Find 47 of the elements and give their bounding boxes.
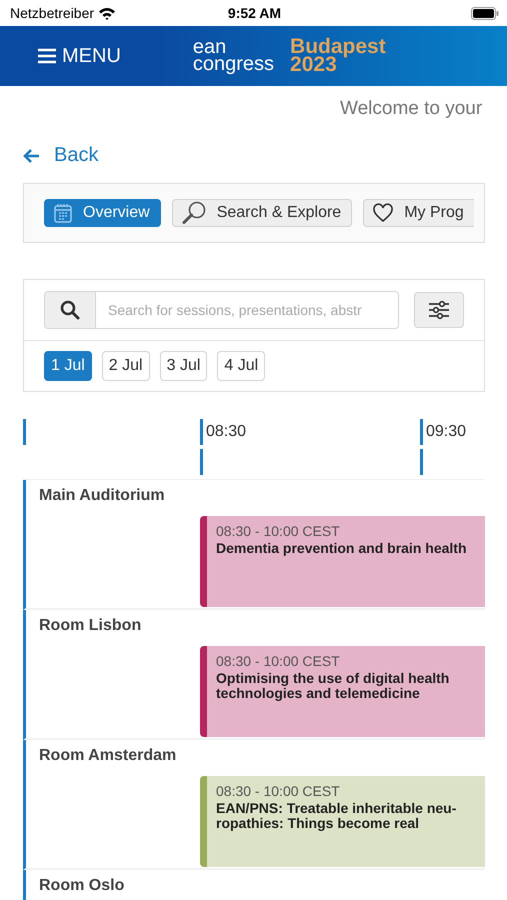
sliders-icon (428, 300, 450, 320)
logo-city: Budapest (290, 38, 386, 56)
time-tick (23, 419, 26, 445)
heart-icon (372, 203, 394, 223)
session-title: Dementia prevention and brain health (216, 541, 468, 556)
battery-icon (470, 6, 499, 20)
search-icon (60, 300, 80, 320)
session-title: Optimising the use of digital health technologies and telemedicine (216, 671, 450, 701)
menu-icon (38, 48, 56, 64)
magnifier-icon (180, 200, 207, 226)
room-name: Room Oslo (39, 877, 124, 894)
session-title: EAN/PNS: Treatable inheritable neu-ropathies: Things become real (216, 801, 458, 831)
back-button[interactable]: Back (22, 144, 98, 167)
search-field[interactable]: Search for sessions, presentations, abstr (44, 291, 399, 329)
carrier-name: Netzbetreiber (10, 5, 94, 21)
wifi-icon (98, 6, 116, 20)
room-name: Main Auditorium (39, 487, 165, 504)
session-card[interactable]: 08:30 - 10:00 CEST Dementia prevention and brain health (200, 516, 485, 607)
calendar-icon (53, 202, 73, 224)
time-tick (200, 419, 203, 445)
date-button[interactable]: 3 Jul (160, 351, 208, 381)
date-button[interactable]: 2 Jul (102, 351, 150, 381)
time-tick (420, 449, 423, 475)
room-name: Room Lisbon (39, 617, 142, 634)
welcome-text: Welcome to your (340, 98, 482, 121)
tab[interactable]: Overview (44, 199, 161, 227)
session-card[interactable]: 08:30 - 10:00 CEST EAN/PNS: Treatable inheritable neu-ropathies: Things become real (200, 776, 485, 867)
tab[interactable]: My Prog (363, 199, 474, 227)
room-name: Room Amsterdam (39, 747, 176, 764)
session-card[interactable]: 08:30 - 10:00 CEST Optimising the use of digital health technologies and telemedicine (200, 646, 485, 737)
logo-text: congress (192, 56, 274, 73)
menu-button[interactable]: MENU (38, 44, 121, 68)
session-time: 08:30 - 10:00 CEST (216, 783, 341, 799)
session-time: 08:30 - 10:00 CEST (216, 523, 341, 539)
clock-time: 9:52 AM (228, 5, 282, 21)
date-button[interactable]: 1 Jul (44, 351, 92, 381)
time-tick (420, 419, 423, 445)
filter-button[interactable] (414, 292, 464, 328)
back-arrow-icon (22, 148, 40, 164)
time-label: 08:30 (206, 423, 246, 441)
session-time: 08:30 - 10:00 CEST (216, 653, 341, 669)
date-button[interactable]: 4 Jul (217, 351, 266, 381)
logo-year: 2023 (290, 56, 337, 74)
logo-text: ean (192, 39, 228, 56)
tab[interactable]: Search & Explore (172, 199, 352, 227)
time-label: 09:30 (426, 423, 466, 441)
time-tick (200, 449, 203, 475)
